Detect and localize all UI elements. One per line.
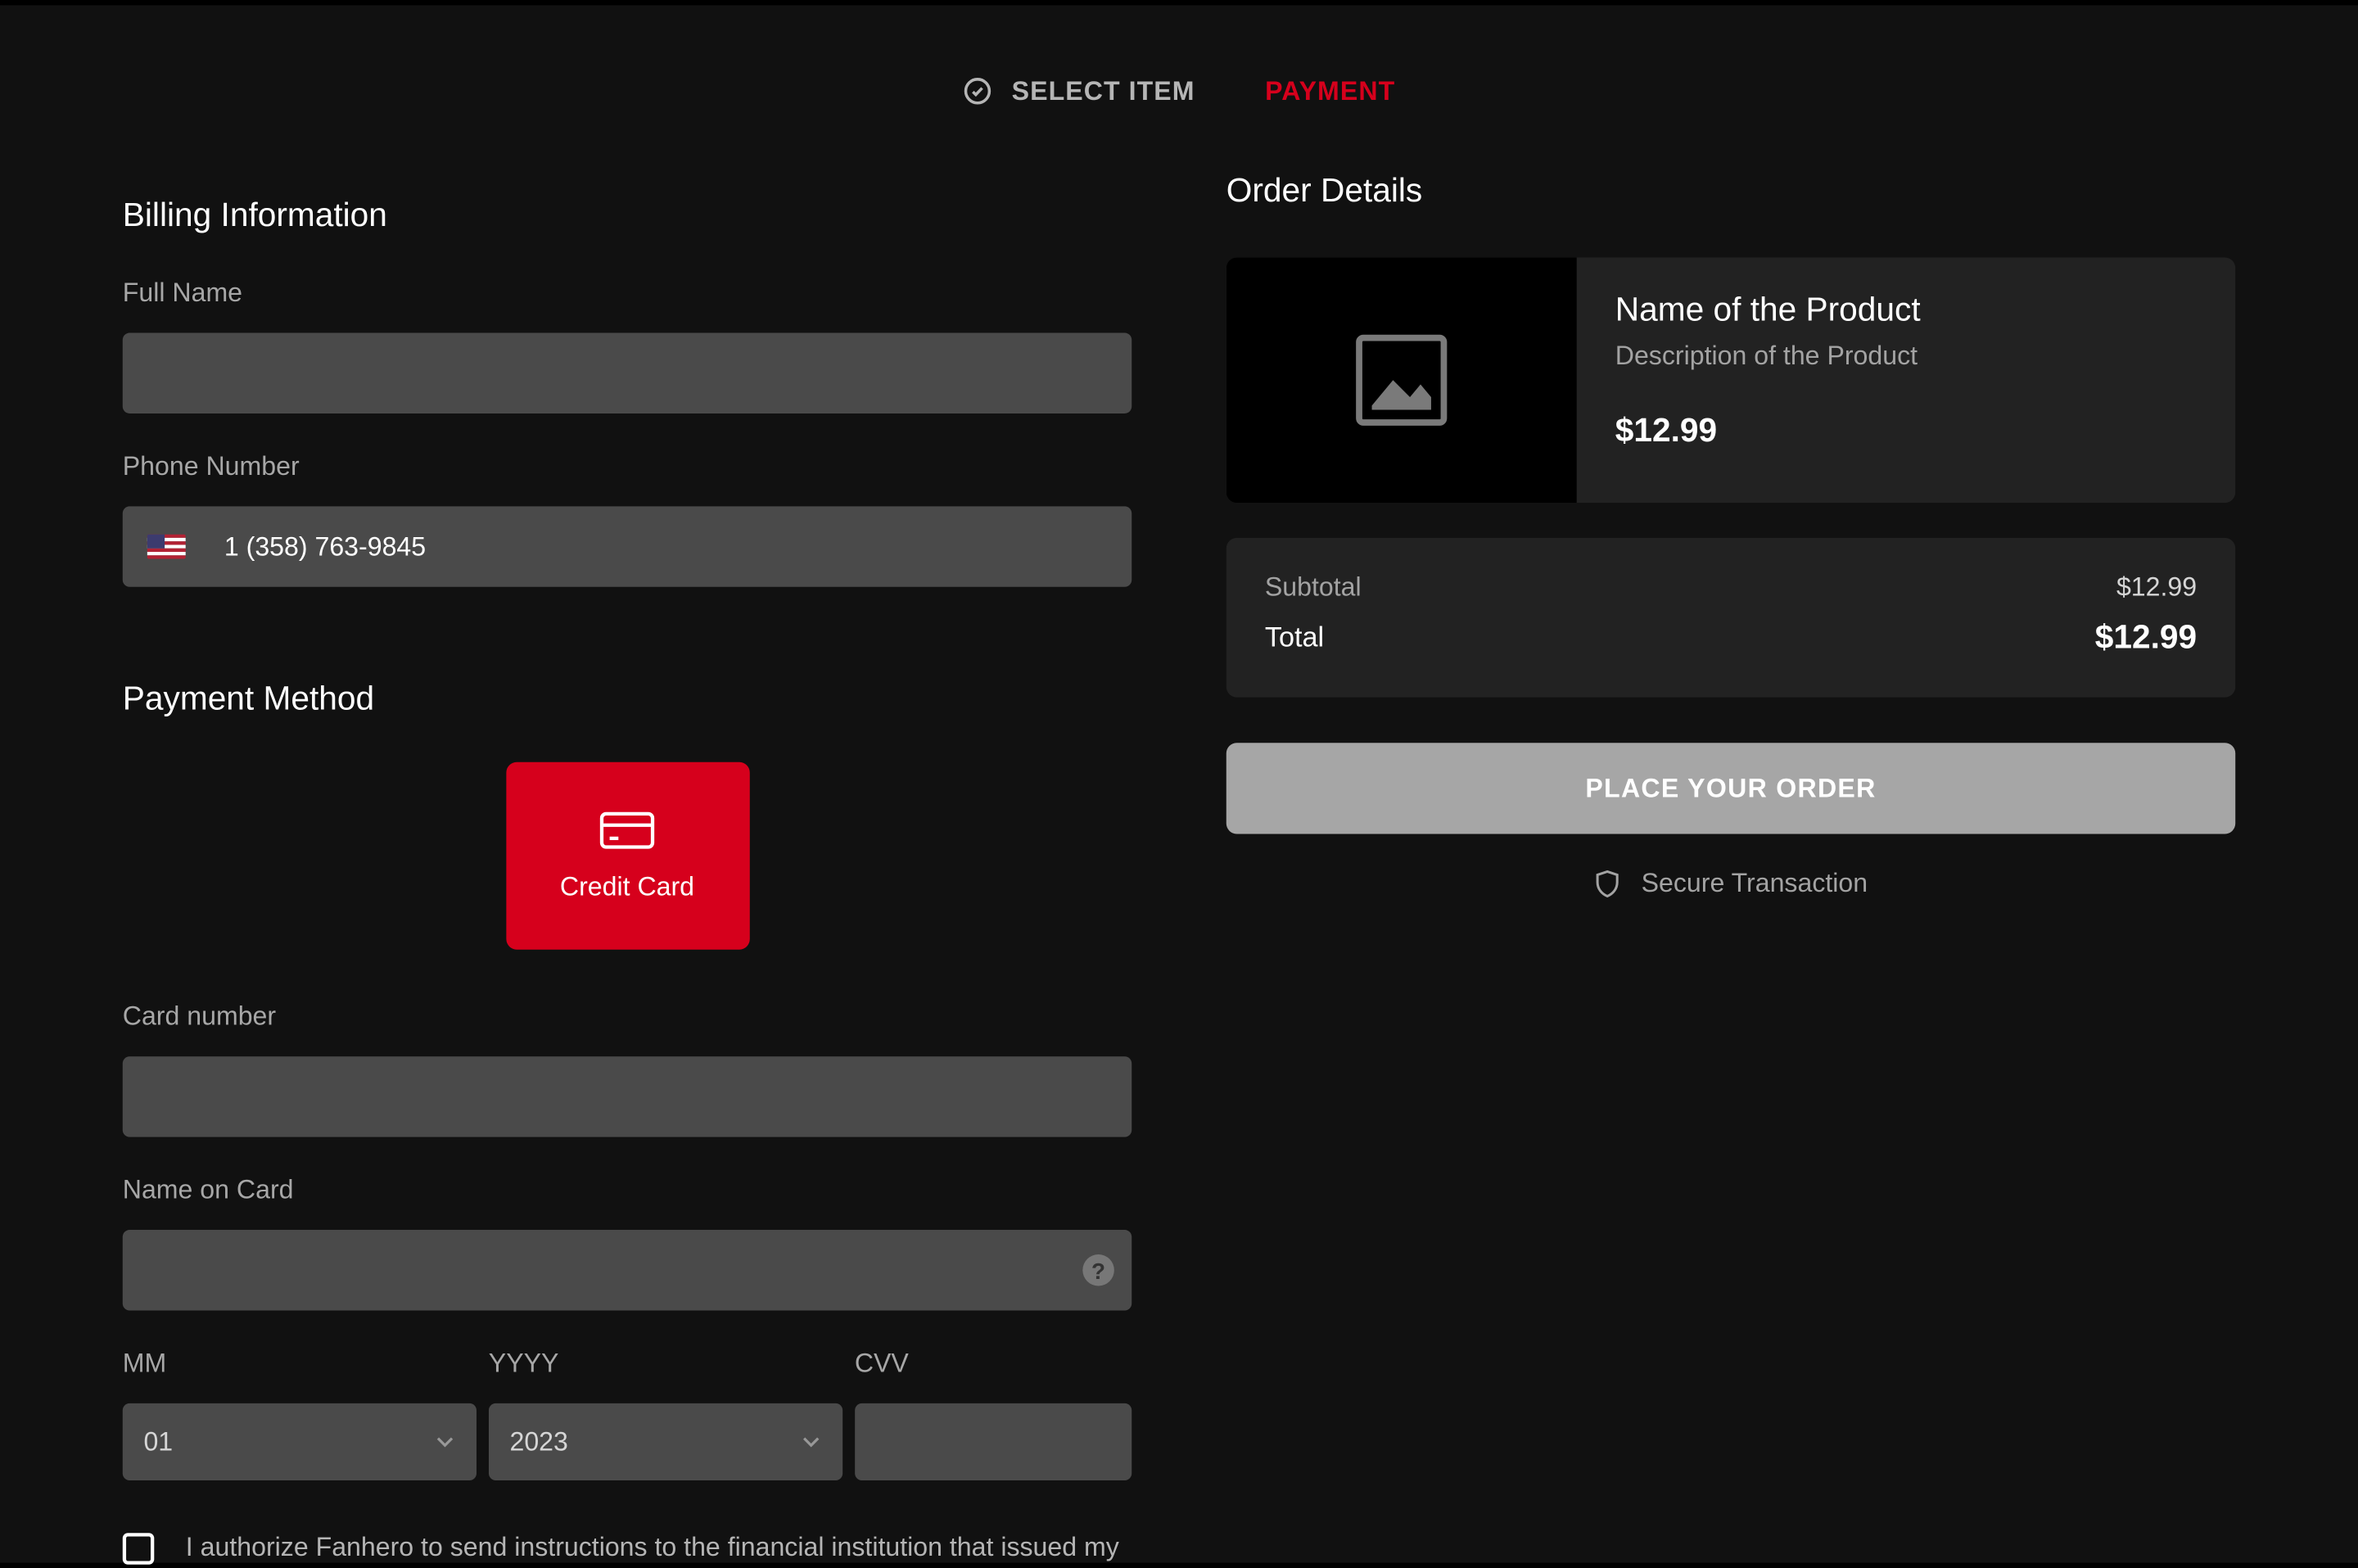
place-order-label: PLACE YOUR ORDER (1585, 774, 1876, 803)
card-number-label: Card number (123, 1002, 1132, 1032)
total-label: Total (1265, 624, 1324, 656)
phone-label: Phone Number (123, 452, 1132, 481)
authorization-checkbox[interactable] (123, 1533, 155, 1565)
month-label: MM (123, 1349, 477, 1379)
secure-label: Secure Transaction (1642, 869, 1868, 898)
credit-card-icon (599, 810, 655, 852)
help-icon[interactable]: ? (1082, 1254, 1114, 1286)
month-select[interactable]: 01 (123, 1403, 477, 1480)
chevron-down-icon (800, 1431, 821, 1453)
product-name: Name of the Product (1615, 292, 1921, 331)
checkout-stepper: SELECT ITEM PAYMENT (0, 5, 2358, 173)
billing-title: Billing Information (123, 198, 1132, 237)
step-payment[interactable]: PAYMENT (1265, 76, 1395, 106)
full-name-input[interactable] (123, 333, 1132, 413)
shield-icon (1594, 869, 1620, 898)
authorization-text: I authorize Fanhero to send instructions… (186, 1530, 1132, 1568)
product-description: Description of the Product (1615, 341, 1921, 371)
month-value: 01 (143, 1427, 173, 1457)
chevron-down-icon (434, 1431, 455, 1453)
check-circle-icon (963, 75, 995, 107)
phone-input[interactable] (123, 506, 1132, 586)
order-summary: Subtotal $12.99 Total $12.99 (1226, 538, 2235, 698)
step-select-item-label: SELECT ITEM (1012, 76, 1195, 106)
full-name-label: Full Name (123, 278, 1132, 308)
name-on-card-label: Name on Card (123, 1176, 1132, 1205)
payment-method-title: Payment Method (123, 681, 1132, 720)
image-placeholder-icon (1351, 329, 1452, 431)
us-flag-icon[interactable] (147, 535, 186, 559)
year-label: YYYY (489, 1349, 842, 1379)
step-payment-label: PAYMENT (1265, 76, 1395, 106)
credit-card-label: Credit Card (560, 873, 694, 902)
credit-card-method[interactable]: Credit Card (505, 762, 748, 950)
place-order-button[interactable]: PLACE YOUR ORDER (1226, 743, 2235, 834)
subtotal-value: $12.99 (2116, 573, 2197, 603)
name-on-card-input[interactable] (123, 1230, 1132, 1310)
cvv-label: CVV (855, 1349, 1132, 1379)
product-price: $12.99 (1615, 413, 1921, 452)
secure-transaction: Secure Transaction (1226, 869, 2235, 898)
product-card: Name of the Product Description of the P… (1226, 258, 2235, 504)
subtotal-label: Subtotal (1265, 573, 1362, 603)
product-thumbnail (1226, 258, 1577, 504)
order-details-title: Order Details (1226, 174, 2235, 212)
cvv-input[interactable] (855, 1403, 1132, 1480)
step-select-item[interactable]: SELECT ITEM (963, 75, 1195, 107)
total-value: $12.99 (2095, 620, 2197, 658)
card-number-input[interactable] (123, 1056, 1132, 1136)
year-select[interactable]: 2023 (489, 1403, 842, 1480)
year-value: 2023 (509, 1427, 567, 1457)
